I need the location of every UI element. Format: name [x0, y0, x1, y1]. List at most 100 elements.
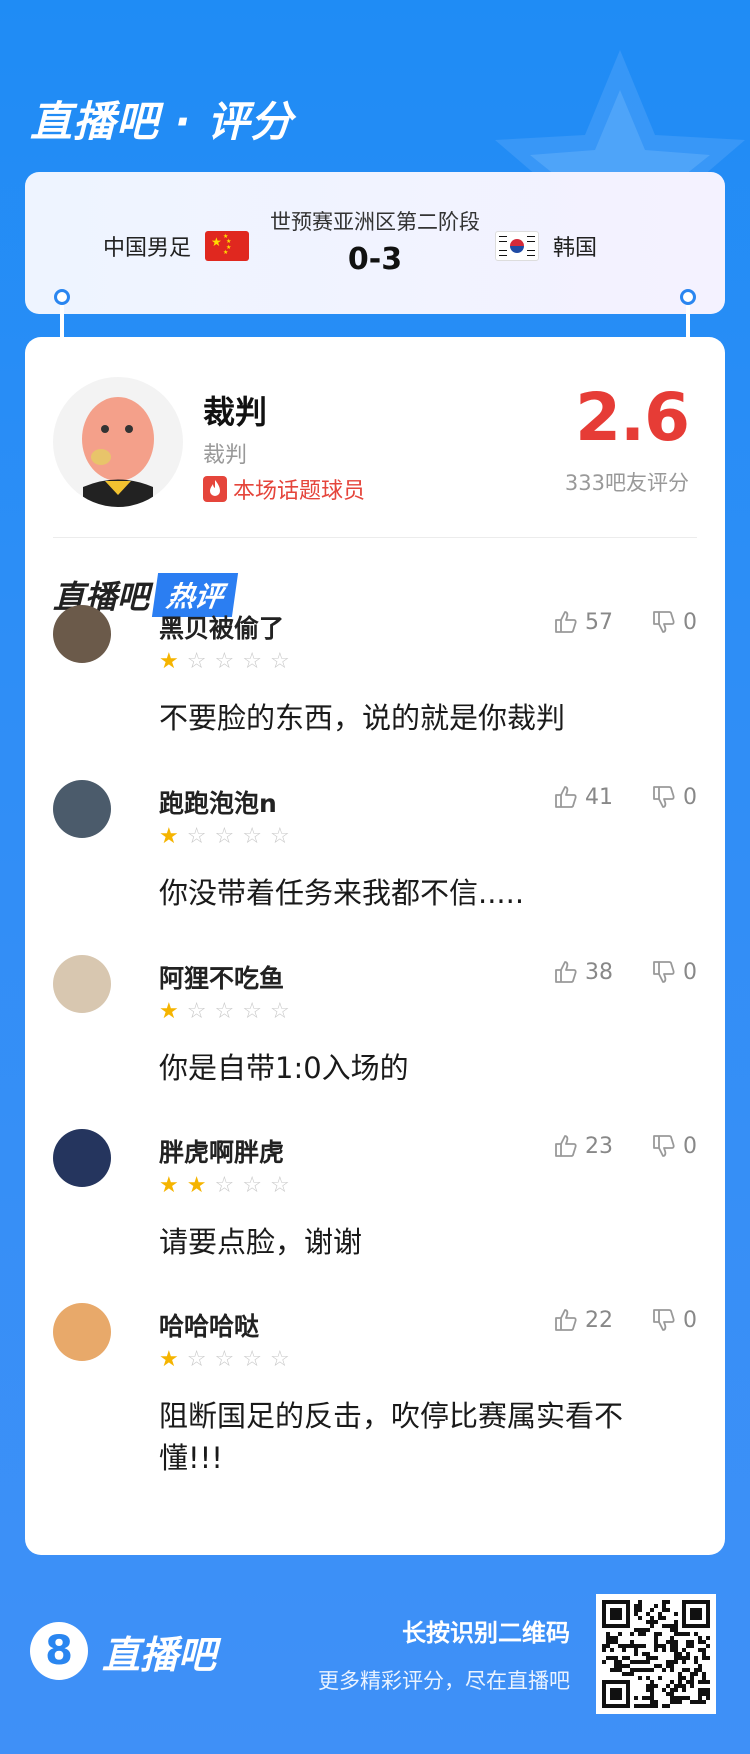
like-button[interactable]: 23: [553, 1133, 613, 1159]
thumbs-down-icon: [653, 786, 675, 808]
like-count: 38: [585, 959, 613, 985]
star-icon: ☆: [214, 1347, 235, 1372]
player-role: 裁判: [203, 443, 248, 468]
star-icon: ☆: [269, 999, 290, 1024]
star-icon: ★: [159, 649, 179, 674]
star-rating: ★ ☆ ☆ ☆ ☆: [159, 826, 290, 848]
like-count: 57: [585, 609, 613, 635]
star-icon: ☆: [186, 1347, 207, 1372]
match-score: 0-3: [347, 242, 403, 277]
comment-text: 你没带着任务来我都不信.....: [159, 876, 525, 910]
like-count: 41: [585, 784, 613, 810]
star-icon: ★: [159, 1173, 179, 1198]
like-button[interactable]: 38: [553, 959, 613, 985]
star-icon: ★: [159, 999, 179, 1024]
thumbs-up-icon: [555, 1309, 577, 1331]
user-avatar[interactable]: [53, 1303, 111, 1361]
star-icon: ☆: [242, 649, 262, 674]
dislike-count: 0: [683, 1307, 697, 1333]
thumbs-up-icon: [555, 786, 577, 808]
player-name: 裁判: [203, 393, 268, 431]
dislike-count: 0: [683, 609, 697, 635]
dislike-button[interactable]: 0: [651, 959, 697, 985]
thumbs-down-icon: [653, 611, 675, 633]
dislike-count: 0: [683, 784, 697, 810]
star-icon: ☆: [269, 649, 290, 674]
qr-code[interactable]: [596, 1594, 716, 1714]
comment-text: 请要点脸，谢谢: [159, 1225, 363, 1259]
match-stage: 世预赛亚洲区第二阶段: [270, 210, 480, 234]
star-icon: ☆: [186, 824, 207, 849]
away-team: 韩国: [494, 230, 597, 262]
thumbs-up-icon: [555, 961, 577, 983]
like-button[interactable]: 22: [553, 1307, 613, 1333]
dislike-button[interactable]: 0: [651, 784, 697, 810]
qr-hint: 长按识别二维码: [402, 1619, 570, 1647]
star-icon: ☆: [186, 999, 207, 1024]
dislike-button[interactable]: 0: [651, 609, 697, 635]
away-team-name: 韩国: [552, 236, 597, 261]
dislike-count: 0: [683, 1133, 697, 1159]
korea-flag-icon: [494, 231, 539, 261]
referee-avatar: [53, 377, 183, 507]
star-icon: ☆: [269, 1173, 290, 1198]
connector-dot: [54, 289, 70, 305]
thumbs-down-icon: [653, 961, 675, 983]
star-icon: ☆: [242, 1173, 262, 1198]
comment-username[interactable]: 黑贝被偷了: [159, 609, 284, 645]
star-icon: ★: [186, 1173, 207, 1198]
comment-username[interactable]: 哈哈哈哒: [159, 1307, 259, 1343]
comment-username[interactable]: 跑跑泡泡n: [159, 784, 277, 820]
topic-player-label: 本场话题球员: [233, 479, 366, 504]
star-rating: ★ ☆ ☆ ☆ ☆: [159, 1001, 290, 1023]
footer-logo: 8 直播吧: [30, 1622, 216, 1680]
comment-text: 阻断国足的反击，吹停比赛属实看不懂!!!: [159, 1399, 624, 1475]
star-icon: ★: [159, 824, 179, 849]
star-rating: ★ ☆ ☆ ☆ ☆: [159, 1349, 290, 1371]
like-count: 22: [585, 1307, 613, 1333]
star-icon: ☆: [242, 1347, 262, 1372]
rating-card: 裁判 裁判 本场话题球员 2.6 333吧友评分 直播吧 热评 黑贝被偷了 ★ ☆ ☆…: [25, 337, 725, 1555]
star-rating: ★ ☆ ☆ ☆ ☆: [159, 651, 290, 673]
qr-code-icon: [602, 1600, 710, 1708]
like-count: 23: [585, 1133, 613, 1159]
comment-text: 你是自带1:0入场的: [159, 1051, 409, 1085]
dislike-button[interactable]: 0: [651, 1307, 697, 1333]
divider: [53, 537, 697, 538]
star-icon: ☆: [242, 999, 262, 1024]
user-avatar[interactable]: [53, 605, 111, 663]
star-icon: ☆: [214, 999, 235, 1024]
like-button[interactable]: 57: [553, 609, 613, 635]
connector-dot: [680, 289, 696, 305]
star-icon: ☆: [269, 1347, 290, 1372]
comment-username[interactable]: 胖虎啊胖虎: [159, 1133, 284, 1169]
dislike-count: 0: [683, 959, 697, 985]
thumbs-down-icon: [653, 1135, 675, 1157]
star-icon: ☆: [186, 649, 207, 674]
brand-title: 直播吧 · 评分: [30, 97, 294, 146]
footer-subtitle: 更多精彩评分，尽在直播吧: [318, 1669, 570, 1693]
user-avatar[interactable]: [53, 955, 111, 1013]
match-card: 中国男足 ★ ★ ★ ★ ★ 世预赛亚洲区第二阶段 0-3 韩国: [25, 172, 725, 314]
like-button[interactable]: 41: [553, 784, 613, 810]
comment-text: 不要脸的东西，说的就是你裁判: [159, 701, 566, 735]
footer-logo-text: 直播吧: [102, 1632, 217, 1677]
star-icon: ★: [159, 1347, 179, 1372]
star-icon: ☆: [242, 824, 262, 849]
zhibo8-logo-icon: 8: [30, 1622, 88, 1680]
star-icon: ☆: [214, 824, 235, 849]
rating-count: 333吧友评分: [564, 471, 689, 495]
dislike-button[interactable]: 0: [651, 1133, 697, 1159]
comment-username[interactable]: 阿狸不吃鱼: [159, 959, 284, 995]
star-icon: ☆: [269, 824, 290, 849]
thumbs-down-icon: [653, 1309, 675, 1331]
topic-player-tag: 本场话题球员: [203, 473, 365, 505]
player-rating: 2.6: [575, 379, 690, 456]
flame-icon: [203, 476, 227, 502]
thumbs-up-icon: [555, 1135, 577, 1157]
user-avatar[interactable]: [53, 1129, 111, 1187]
star-rating: ★ ★ ☆ ☆ ☆: [159, 1175, 290, 1197]
user-avatar[interactable]: [53, 780, 111, 838]
star-icon: ☆: [214, 649, 235, 674]
thumbs-up-icon: [555, 611, 577, 633]
